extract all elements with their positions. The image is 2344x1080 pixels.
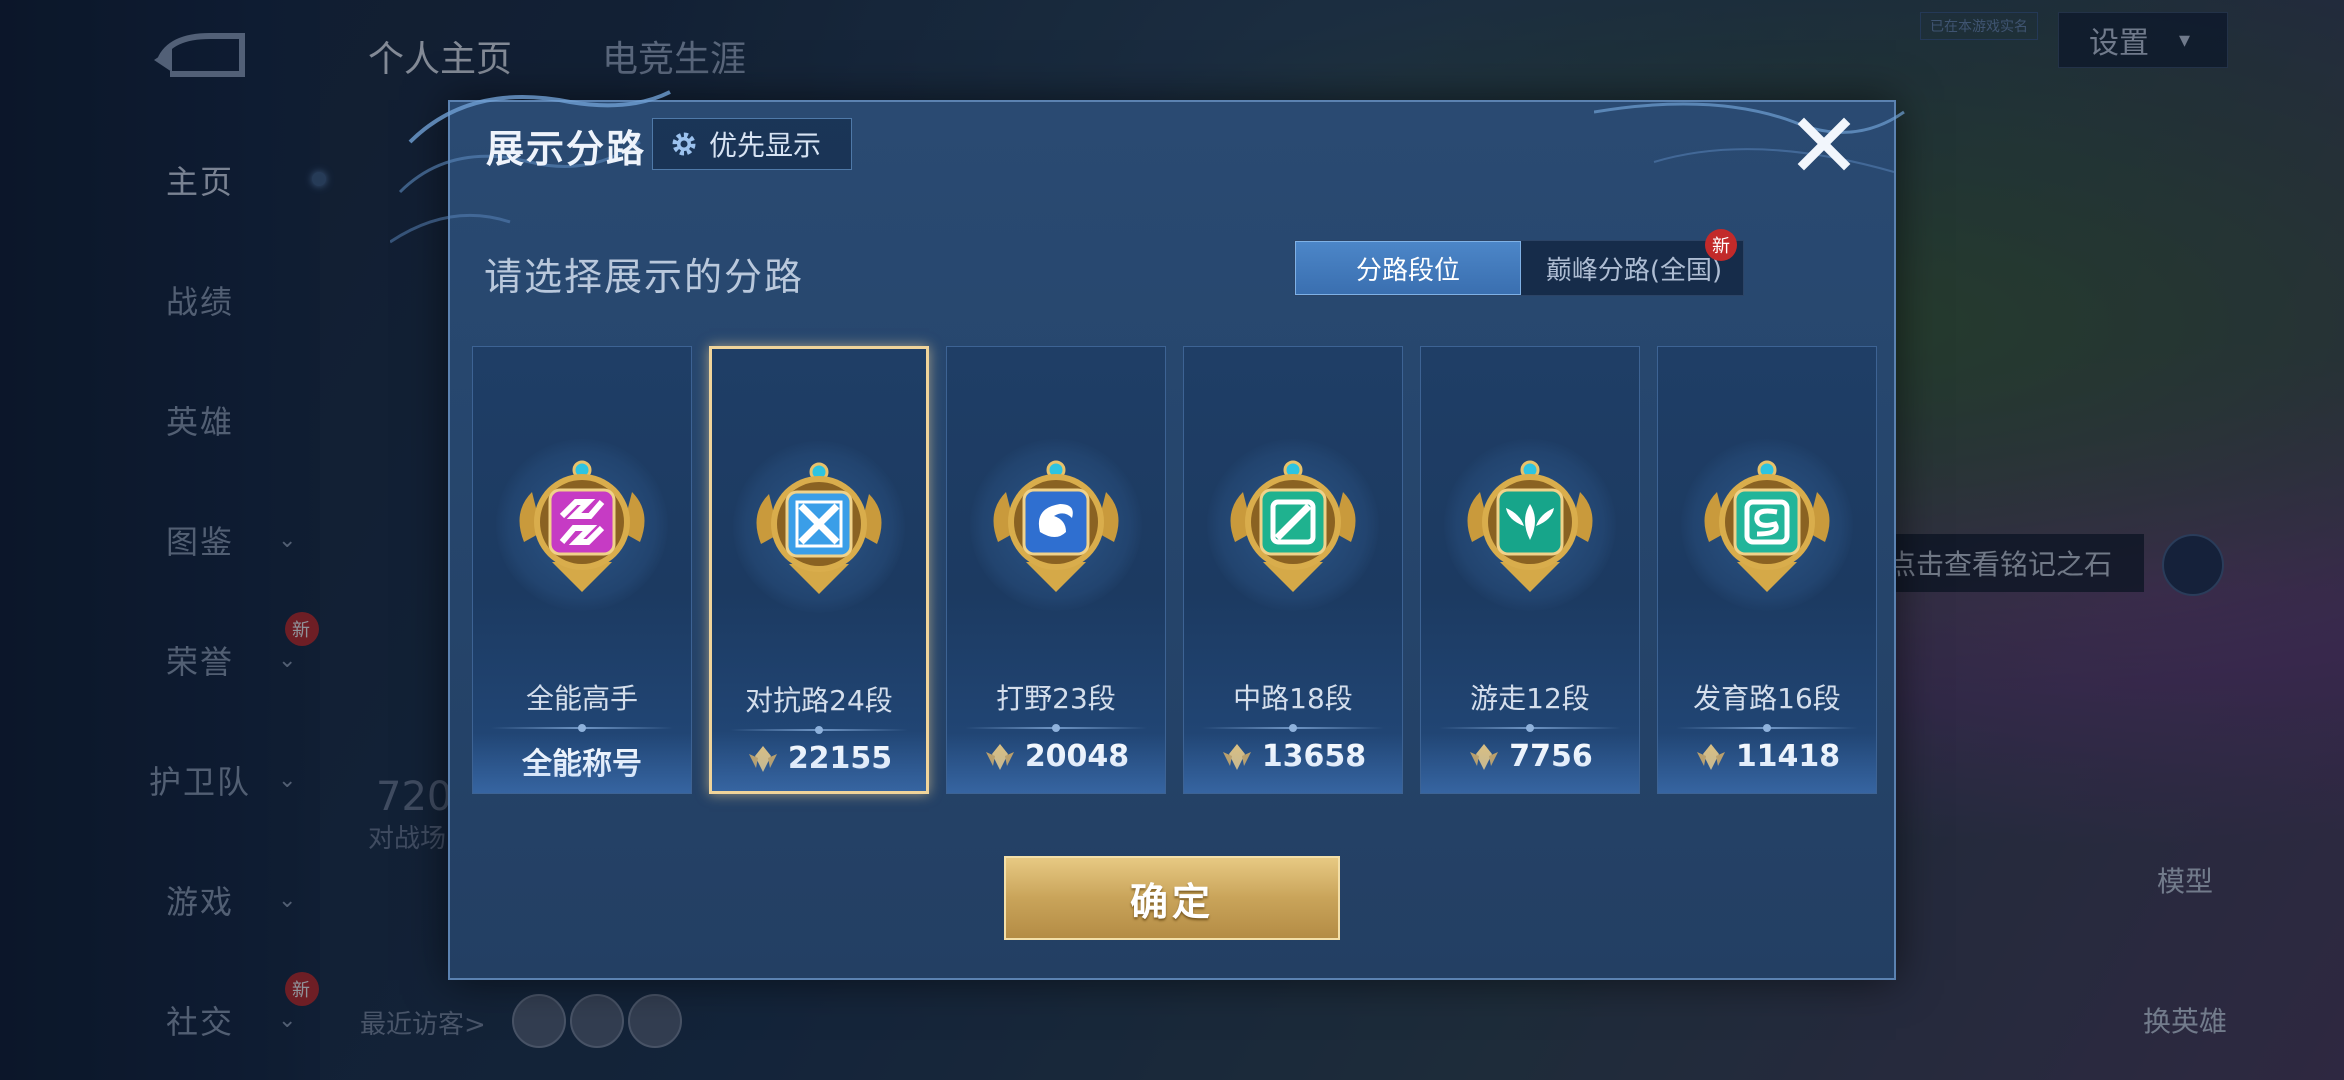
card-glow <box>1184 733 1402 793</box>
lane-name: 游走12段 <box>1470 682 1590 715</box>
card-glow <box>1421 733 1639 793</box>
all-lane-emblem-icon <box>519 460 645 592</box>
priority-display-button[interactable]: 优先显示 <box>652 118 852 170</box>
cloud-swirl-decoration <box>1594 102 1905 173</box>
divider <box>491 724 673 732</box>
lane-card-mid[interactable]: 中路18段13658 <box>1183 346 1403 794</box>
lane-name: 发育路16段 <box>1693 682 1841 715</box>
tab-peak-lane-label: 巅峰分路(全国) <box>1545 255 1723 286</box>
card-glow <box>473 733 691 793</box>
close-icon[interactable] <box>1794 114 1854 174</box>
divider <box>1676 724 1858 732</box>
tab-lane-rank[interactable]: 分路段位 <box>1295 241 1521 295</box>
lane-name: 全能高手 <box>525 682 638 715</box>
clash-lane-emblem-icon <box>756 462 882 594</box>
lane-card-list: 全能高手全能称号对抗路24段22155打野23段20048中路18段13658游… <box>472 346 1877 794</box>
tab-peak-lane[interactable]: 巅峰分路(全国) 新 <box>1521 229 1747 295</box>
gear-icon <box>672 132 696 156</box>
card-glow <box>947 733 1165 793</box>
lane-card-clash[interactable]: 对抗路24段22155 <box>709 346 929 794</box>
farm-lane-emblem-icon <box>1704 460 1830 592</box>
divider <box>1202 724 1384 732</box>
lane-display-dialog: 展示分路 优先显示 请选择展示的分路 分路段位 巅峰分路(全国) 新 全能高手全… <box>390 90 1905 980</box>
lane-card-all[interactable]: 全能高手全能称号 <box>472 346 692 794</box>
lane-name: 对抗路24段 <box>745 684 893 717</box>
card-glow <box>712 731 926 791</box>
new-badge: 新 <box>1705 229 1737 261</box>
mid-lane-emblem-icon <box>1230 460 1356 592</box>
card-glow <box>1658 733 1876 793</box>
jungle-lane-emblem-icon <box>993 460 1119 592</box>
dialog-title: 展示分路 <box>486 127 647 171</box>
lane-name: 打野23段 <box>996 682 1116 715</box>
selection-prompt: 请选择展示的分路 <box>484 255 805 299</box>
priority-display-label: 优先显示 <box>709 129 822 162</box>
divider <box>965 724 1147 732</box>
lane-card-farm[interactable]: 发育路16段11418 <box>1657 346 1877 794</box>
roam-lane-emblem-icon <box>1467 460 1593 592</box>
confirm-button[interactable]: 确定 <box>1004 856 1340 940</box>
lane-name: 中路18段 <box>1233 682 1353 715</box>
cloud-swirl-decoration <box>390 90 671 244</box>
lane-card-roam[interactable]: 游走12段7756 <box>1420 346 1640 794</box>
lane-card-jungle[interactable]: 打野23段20048 <box>946 346 1166 794</box>
lane-mode-toggle: 分路段位 巅峰分路(全国) 新 <box>1294 229 1747 296</box>
divider <box>1439 724 1621 732</box>
tab-lane-rank-label: 分路段位 <box>1355 255 1460 286</box>
